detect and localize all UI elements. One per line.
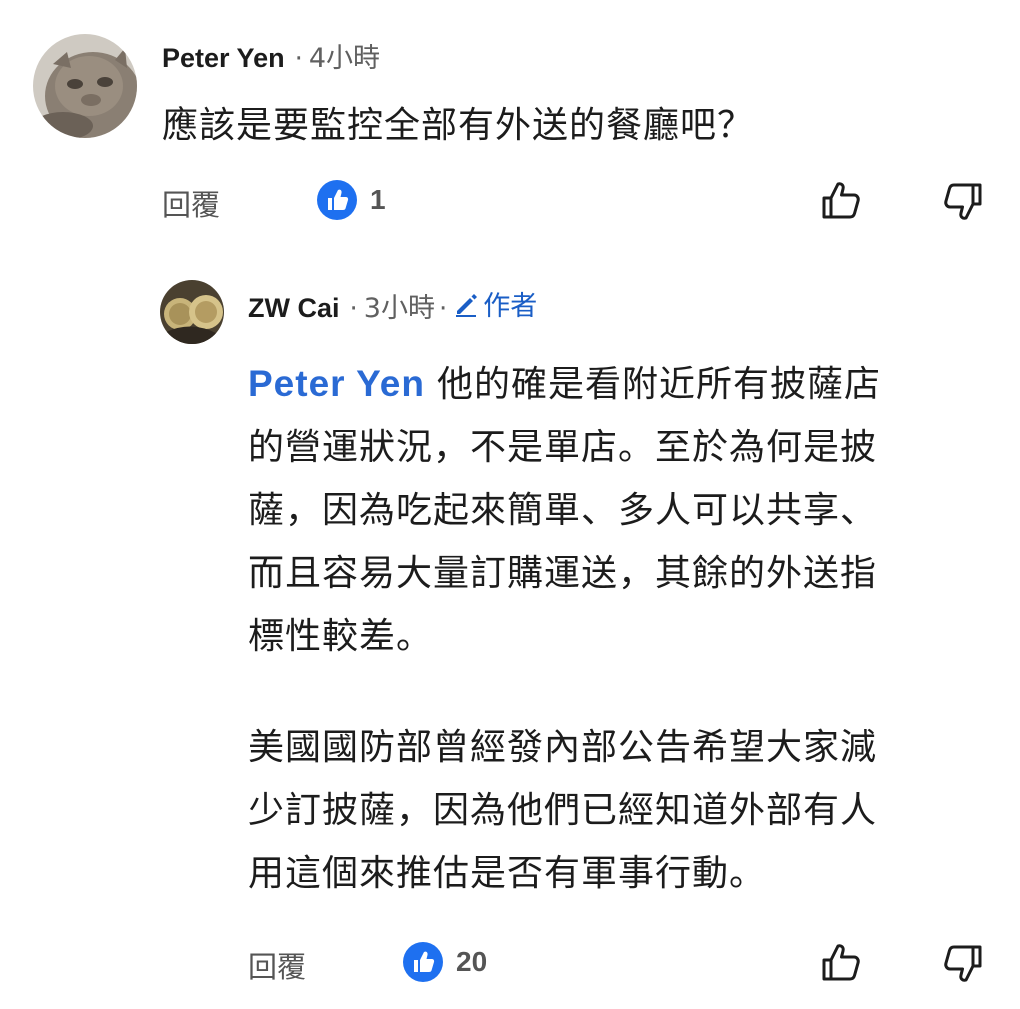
thumbs-down-icon (944, 945, 982, 982)
comment-line: 美國國防部曾經發內部公告希望大家減 (248, 727, 878, 768)
comment-line: 而且容易大量訂購運送，其餘的外送指 (248, 553, 878, 594)
avatar[interactable] (33, 34, 137, 138)
meta-separator: · (438, 293, 448, 324)
author-badge: 作者 (453, 284, 537, 323)
comment-line-text: 他的確是看附近所有披薩店 (436, 364, 881, 405)
reply-button[interactable]: 回覆 (248, 944, 306, 986)
reply-button[interactable]: 回覆 (162, 182, 220, 224)
like-count[interactable]: 20 (402, 940, 487, 984)
comment-zw-cai: ZW Cai · 3小時 · 作者 Peter Yen 他的確是看附近所有披薩店 … (0, 260, 1020, 1009)
thumbs-up-icon (822, 944, 860, 981)
thumbs-down-icon (944, 183, 982, 220)
author-name[interactable]: Peter Yen (162, 43, 285, 74)
dislike-button[interactable] (940, 941, 984, 985)
user-avatar-icon (160, 280, 224, 344)
like-reaction-icon (403, 942, 443, 982)
avatar[interactable] (160, 280, 224, 344)
comment-text: Peter Yen 他的確是看附近所有披薩店 的營運狀況，不是單店。至於為何是披 … (248, 352, 881, 905)
comment-line: 少訂披薩，因為他們已經知道外部有人 (248, 790, 878, 831)
cat-avatar-icon (33, 34, 137, 138)
action-bar: 回覆 20 (0, 938, 1020, 988)
comment-line: 標性較差。 (248, 616, 434, 657)
comment-meta: ZW Cai · 3小時 · 作者 (248, 284, 537, 324)
comment-line: 用這個來推估是否有軍事行動。 (248, 853, 767, 894)
timestamp[interactable]: 3小時 (364, 286, 435, 325)
dislike-button[interactable] (940, 179, 984, 223)
pencil-icon (456, 293, 478, 317)
comment-text: 應該是要監控全部有外送的餐廳吧？ (162, 105, 755, 146)
like-count-value: 20 (456, 946, 488, 977)
like-reaction-icon (317, 180, 357, 220)
mention-link[interactable]: Peter Yen (248, 363, 425, 404)
comment-peter-yen: Peter Yen · 4小時 應該是要監控全部有外送的餐廳吧？ 回覆 1 (0, 0, 1020, 240)
like-button[interactable] (820, 941, 864, 985)
thumbs-up-icon (822, 182, 860, 219)
comment-meta: Peter Yen · 4小時 (162, 36, 380, 76)
comment-line: 的營運狀況，不是單店。至於為何是披 (248, 427, 878, 468)
like-count-value: 1 (370, 184, 386, 215)
action-bar: 回覆 1 (0, 176, 1020, 226)
like-count[interactable]: 1 (316, 178, 386, 222)
author-name[interactable]: ZW Cai (248, 293, 340, 324)
comment-line: 薩，因為吃起來簡單、多人可以共享、 (248, 490, 878, 531)
meta-separator: · (294, 44, 303, 74)
meta-separator: · (349, 293, 358, 324)
timestamp[interactable]: 4小時 (309, 36, 380, 75)
like-button[interactable] (820, 179, 864, 223)
comment-line: Peter Yen 他的確是看附近所有披薩店 (248, 352, 881, 416)
author-badge-label: 作者 (483, 291, 538, 322)
